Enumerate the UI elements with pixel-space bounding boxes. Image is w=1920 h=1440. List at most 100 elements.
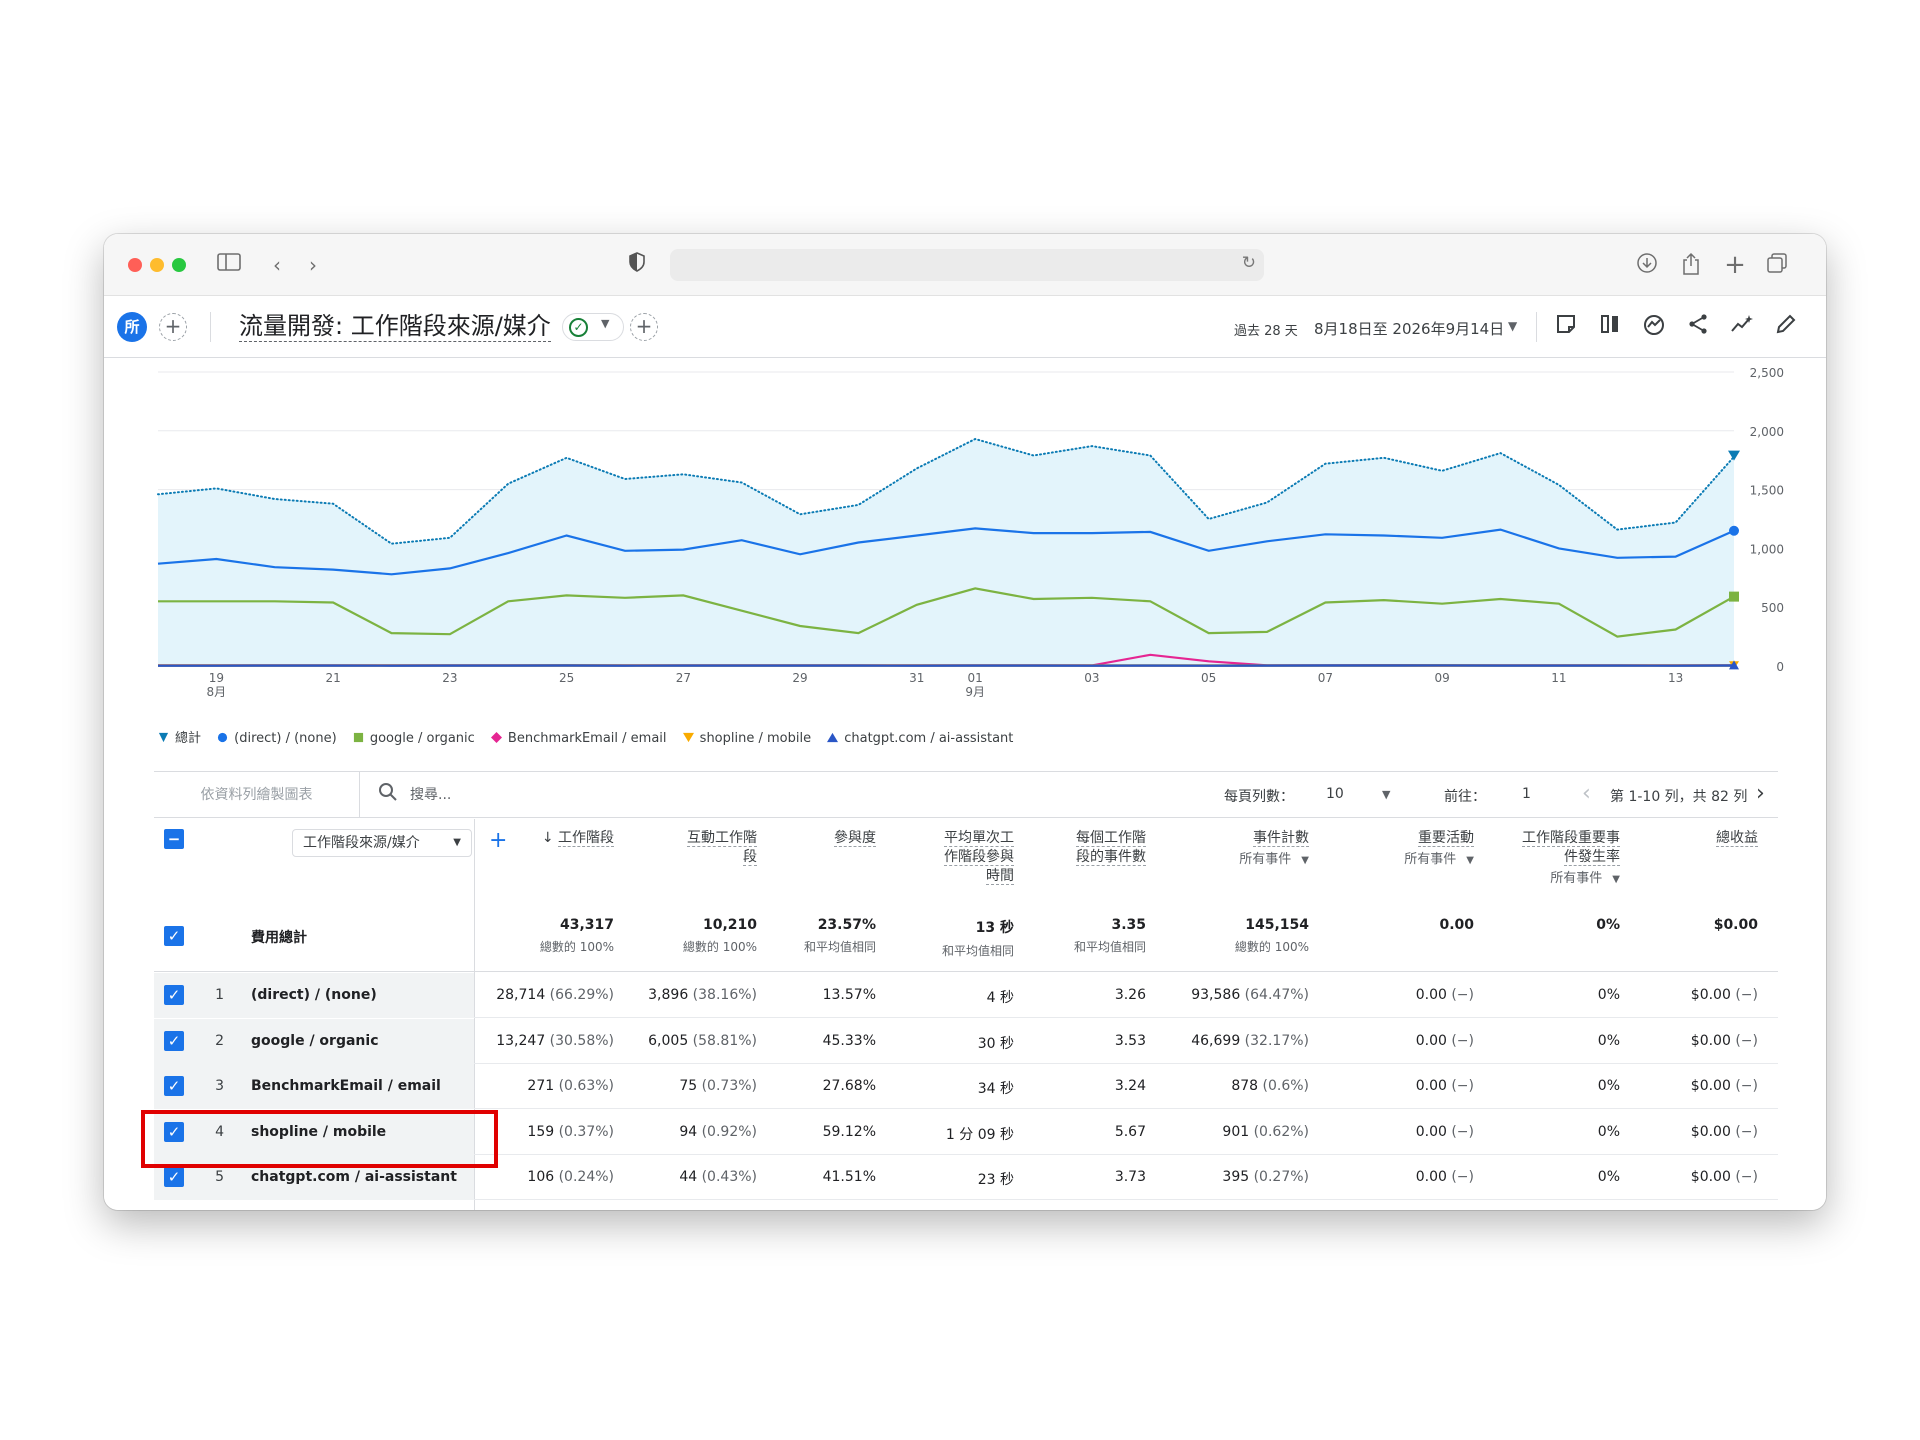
total-value: 3.35 xyxy=(1111,917,1146,933)
report-status-dropdown[interactable]: ✓ ▼ xyxy=(562,313,624,341)
goto-page-input[interactable]: 1 xyxy=(1522,786,1531,802)
property-avatar[interactable]: 所 xyxy=(117,312,147,342)
column-header[interactable]: 互動工作階段 xyxy=(671,829,757,867)
x-tick-label: 13 xyxy=(1668,671,1683,685)
legend-item-chatgpt[interactable]: chatgpt.com / ai-assistant xyxy=(827,731,1013,746)
metric-cell: 46,699 (32.17%) xyxy=(1191,1033,1309,1049)
metric-cell: 3.26 xyxy=(1115,987,1146,1003)
column-header[interactable]: 總收益 xyxy=(1638,829,1758,848)
compare-icon[interactable] xyxy=(1596,313,1624,341)
forward-icon[interactable]: › xyxy=(300,252,326,278)
table-row[interactable]: ✓ 1 (direct) / (none) 28,714 (66.29%) 3,896 … xyxy=(154,973,1778,1018)
column-header[interactable]: 每個工作階 段的事件數 xyxy=(1060,829,1146,867)
x-tick-label: 03 xyxy=(1084,671,1099,685)
row-checkbox[interactable]: ✓ xyxy=(164,1076,184,1096)
dimension-select[interactable]: 工作階段來源/媒介 ▼ xyxy=(292,829,472,857)
metric-percent: (−) xyxy=(1446,1032,1474,1049)
date-range-dropdown-icon[interactable]: ▼ xyxy=(1508,319,1517,333)
metric-value: 41.51% xyxy=(822,1169,876,1185)
metric-percent: (32.17%) xyxy=(1240,1032,1309,1049)
add-filter-button[interactable]: + xyxy=(630,313,658,341)
legend-item-direct[interactable]: (direct) / (none) xyxy=(217,731,337,746)
y-tick-label: 1,500 xyxy=(1750,484,1784,498)
new-tab-icon[interactable]: + xyxy=(1722,252,1748,278)
metric-value: $0.00 xyxy=(1690,1123,1731,1140)
trend-sparkle-icon[interactable] xyxy=(1728,313,1756,341)
tab-overview-icon[interactable] xyxy=(1764,252,1790,278)
insights-icon[interactable] xyxy=(1640,313,1668,341)
row-dimension-value[interactable]: BenchmarkEmail / email xyxy=(251,1078,441,1094)
plot-rows-button[interactable]: 依資料列繪製圖表 xyxy=(154,772,360,818)
row-dimension-value[interactable]: chatgpt.com / ai-assistant xyxy=(251,1169,457,1185)
row-dimension-value[interactable]: (direct) / (none) xyxy=(251,987,377,1003)
date-range-label[interactable]: 8月18日至 2026年9月14日 xyxy=(1314,318,1504,339)
column-header[interactable]: 重要活動 所有事件 ▼ xyxy=(1354,829,1474,870)
next-page-icon[interactable]: › xyxy=(1756,781,1765,806)
legend-item-total[interactable]: 總計 xyxy=(158,727,201,746)
address-bar[interactable]: ↻ xyxy=(670,249,1264,281)
metric-value: 4 秒 xyxy=(986,990,1014,1006)
select-all-checkbox[interactable]: − xyxy=(164,829,184,849)
zoom-window-button[interactable] xyxy=(172,258,186,272)
back-icon[interactable]: ‹ xyxy=(264,252,290,278)
metric-percent: (−) xyxy=(1730,1078,1758,1094)
metric-percent: (−) xyxy=(1730,1169,1758,1185)
previous-page-icon[interactable]: ‹ xyxy=(1582,781,1591,806)
chevron-down-icon[interactable]: ▼ xyxy=(1382,788,1390,801)
edit-pencil-icon[interactable] xyxy=(1772,313,1800,341)
metric-value: 93,586 xyxy=(1191,987,1241,1003)
metric-value: 6,005 xyxy=(648,1032,689,1049)
close-window-button[interactable] xyxy=(128,258,142,272)
metric-cell: 0.00 (−) xyxy=(1416,1124,1474,1140)
column-header[interactable]: ↓ 工作階段 xyxy=(494,829,614,848)
column-header[interactable]: 工作階段重要事 件發生率 所有事件 ▼ xyxy=(1508,829,1620,889)
shield-icon[interactable] xyxy=(624,252,650,278)
metric-value: $0.00 xyxy=(1690,1078,1731,1094)
minimize-window-button[interactable] xyxy=(150,258,164,272)
highlight-box xyxy=(141,1110,498,1168)
column-event-filter[interactable]: 所有事件 ▼ xyxy=(1354,850,1474,870)
share-icon[interactable] xyxy=(1678,252,1704,278)
column-header[interactable]: 事件計數 所有事件 ▼ xyxy=(1189,829,1309,870)
row-checkbox[interactable]: ✓ xyxy=(164,1167,184,1187)
column-header[interactable]: 平均單次工 作階段參與 時間 xyxy=(928,829,1014,886)
add-comparison-button[interactable]: + xyxy=(159,313,187,341)
date-preset-label[interactable]: 過去 28 天 xyxy=(1234,320,1298,339)
column-header-title: 工作階段重要事 xyxy=(1522,830,1620,847)
metric-value: 0.00 xyxy=(1415,1123,1447,1140)
share-report-icon[interactable] xyxy=(1684,313,1712,341)
customize-report-icon[interactable] xyxy=(1552,313,1580,341)
column-event-filter[interactable]: 所有事件 ▼ xyxy=(1189,850,1309,870)
download-icon[interactable] xyxy=(1634,252,1660,278)
metric-value: 28,714 xyxy=(496,987,546,1003)
metric-value: 3.26 xyxy=(1114,987,1146,1003)
row-checkbox[interactable]: ✓ xyxy=(164,1030,184,1051)
search-input[interactable] xyxy=(410,782,710,808)
column-header[interactable]: 參與度 xyxy=(756,829,876,848)
column-header-title: 工作階段 xyxy=(558,830,614,847)
goto-label: 前往： xyxy=(1444,789,1486,805)
table-row[interactable]: ✓ 3 BenchmarkEmail / email 271 (0.63%) 75 (0… xyxy=(154,1064,1778,1109)
reload-icon[interactable]: ↻ xyxy=(1242,253,1256,273)
legend-item-google-organic[interactable]: google / organic xyxy=(353,731,475,746)
metric-cell: 0% xyxy=(1598,1033,1620,1049)
triangle-down-icon xyxy=(682,732,694,743)
column-event-filter[interactable]: 所有事件 ▼ xyxy=(1508,869,1620,889)
row-checkbox[interactable]: ✓ xyxy=(164,985,184,1005)
table-row[interactable]: ✓ 2 google / organic 13,247 (30.58%) 6,005 (… xyxy=(154,1018,1778,1064)
total-cell: 43,317 總數的 100% xyxy=(540,917,614,955)
sidebar-toggle-icon[interactable] xyxy=(216,252,242,278)
rows-per-page-select[interactable]: 10 xyxy=(1326,786,1344,802)
metric-cell: 13.57% xyxy=(823,987,876,1003)
chevron-down-icon: ▼ xyxy=(1612,874,1620,885)
report-title[interactable]: 流量開發: 工作階段來源/媒介 xyxy=(239,312,551,342)
total-percent-label: 總數的 100% xyxy=(539,940,614,954)
row-dimension-value[interactable]: google / organic xyxy=(251,1033,379,1049)
metric-value: 0% xyxy=(1597,1169,1620,1185)
metric-cell: 5.67 xyxy=(1115,1124,1146,1140)
legend-item-shopline[interactable]: shopline / mobile xyxy=(682,731,811,746)
metric-cell: 0% xyxy=(1598,987,1620,1003)
legend-item-benchmarkemail[interactable]: BenchmarkEmail / email xyxy=(490,731,667,746)
metric-percent: (−) xyxy=(1446,1078,1474,1094)
totals-checkbox[interactable]: ✓ xyxy=(164,926,184,946)
